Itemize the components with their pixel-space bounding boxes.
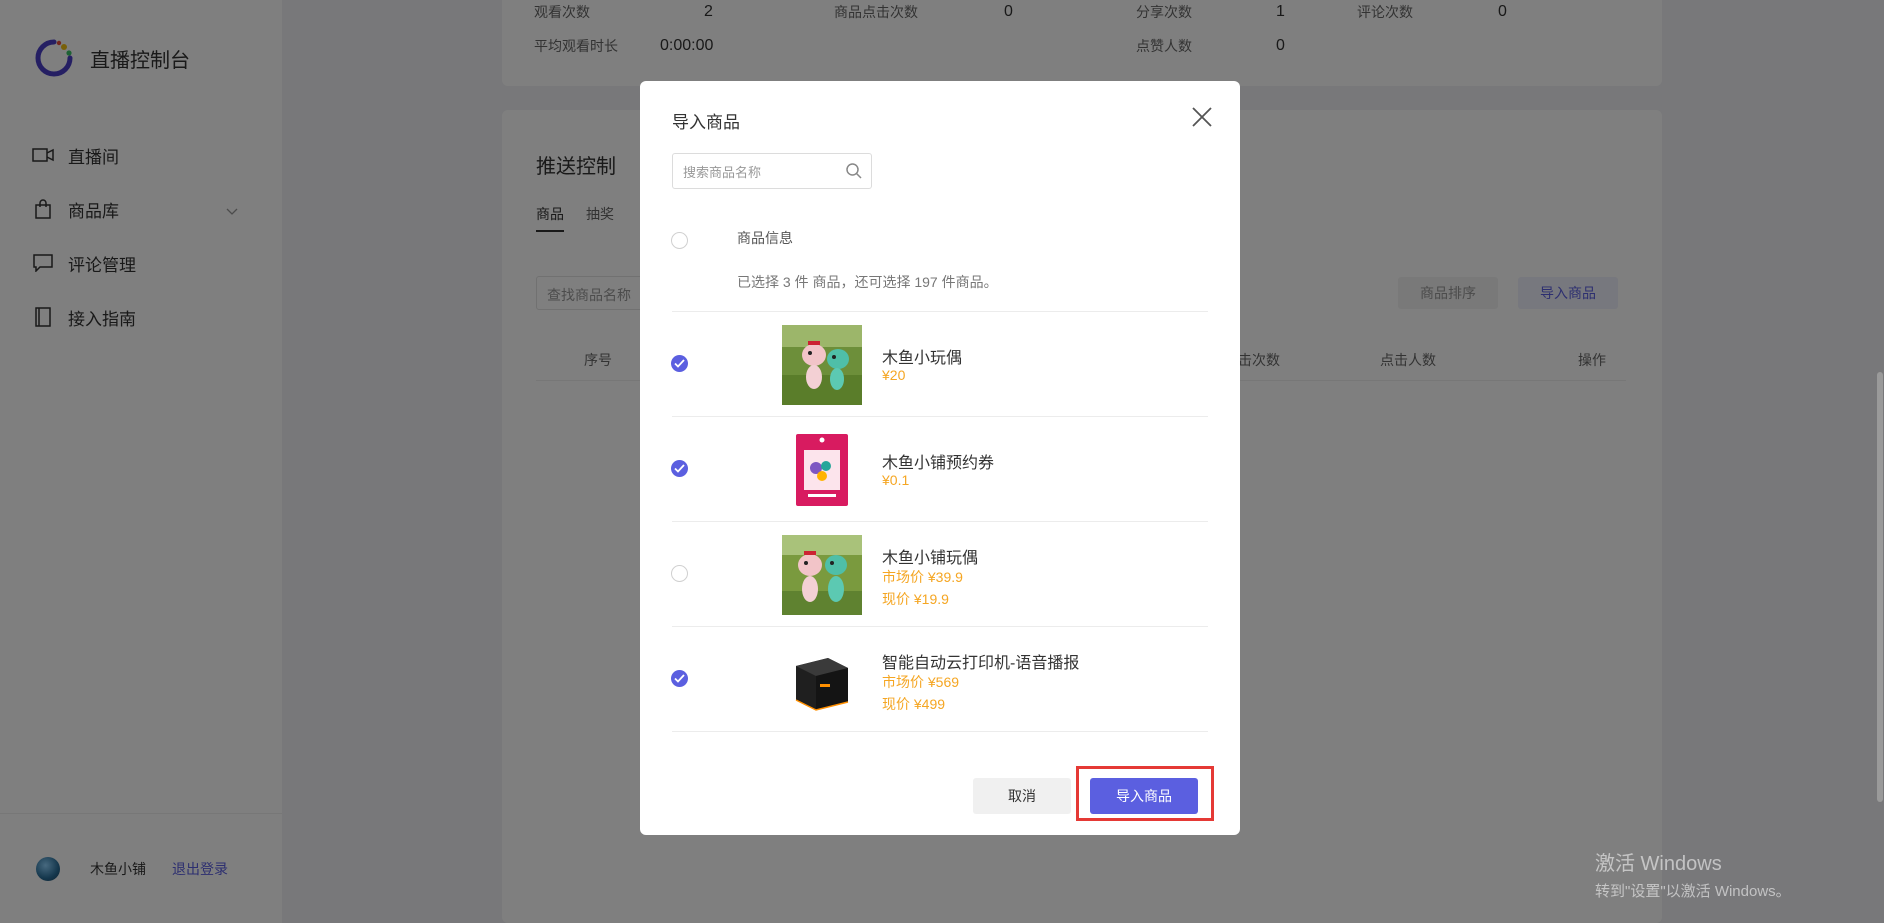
product-name: 木鱼小铺预约券 [882,455,995,472]
product-thumbnail [782,640,862,720]
dialog-search [672,153,872,189]
product-row[interactable]: 木鱼小玩偶 ¥20 [671,312,1208,417]
watermark-line: 转到"设置"以激活 Windows。 [1595,883,1791,900]
product-checkbox[interactable] [671,565,688,582]
plush-toys-image [782,325,862,405]
product-checkbox[interactable] [671,460,688,477]
cancel-button[interactable]: 取消 [973,778,1071,814]
scrollbar-thumb[interactable] [1877,372,1883,802]
product-name: 木鱼小铺玩偶 [882,550,979,567]
coupon-image [782,430,862,510]
product-thumbnail [782,430,862,510]
product-checkbox[interactable] [671,355,688,372]
search-input[interactable] [683,162,833,182]
product-price: ¥20 [882,367,906,383]
product-row[interactable]: 木鱼小铺预约券 ¥0.1 [671,417,1208,522]
selection-note: 已选择 3 件 商品，还可选择 197 件商品。 [737,274,998,290]
scrollbar[interactable] [1876,0,1884,923]
search-icon[interactable] [845,162,863,185]
product-info-header: 商品信息 [737,230,793,246]
product-price: ¥0.1 [882,472,910,488]
import-products-dialog: 导入商品 商品信息 已选择 3 件 商品，还可选择 197 件商品。 [640,81,1240,835]
product-market-price: 市场价 ¥569 [882,674,960,690]
product-name: 智能自动云打印机-语音播报 [882,655,1080,672]
dialog-title: 导入商品 [672,113,740,132]
printer-image [782,640,862,720]
product-checkbox[interactable] [671,670,688,687]
product-row[interactable]: 智能自动云打印机-语音播报 市场价 ¥569 现价 ¥499 [671,627,1208,732]
select-all-radio[interactable] [671,232,688,249]
highlight-box [1076,766,1214,821]
product-current-price: 现价 ¥499 [882,696,946,712]
product-thumbnail [782,535,862,615]
watermark-line: 激活 Windows [1595,853,1722,875]
windows-activation-watermark: 激活 Windows 转到"设置"以激活 Windows。 [1595,847,1791,901]
product-thumbnail [782,325,862,405]
product-name: 木鱼小玩偶 [882,350,963,367]
product-current-price: 现价 ¥19.9 [882,591,949,607]
product-market-price: 市场价 ¥39.9 [882,569,963,585]
plush-toys-image [782,535,862,615]
close-icon[interactable] [1188,103,1216,131]
product-row[interactable]: 木鱼小铺玩偶 市场价 ¥39.9 现价 ¥19.9 [671,522,1208,627]
